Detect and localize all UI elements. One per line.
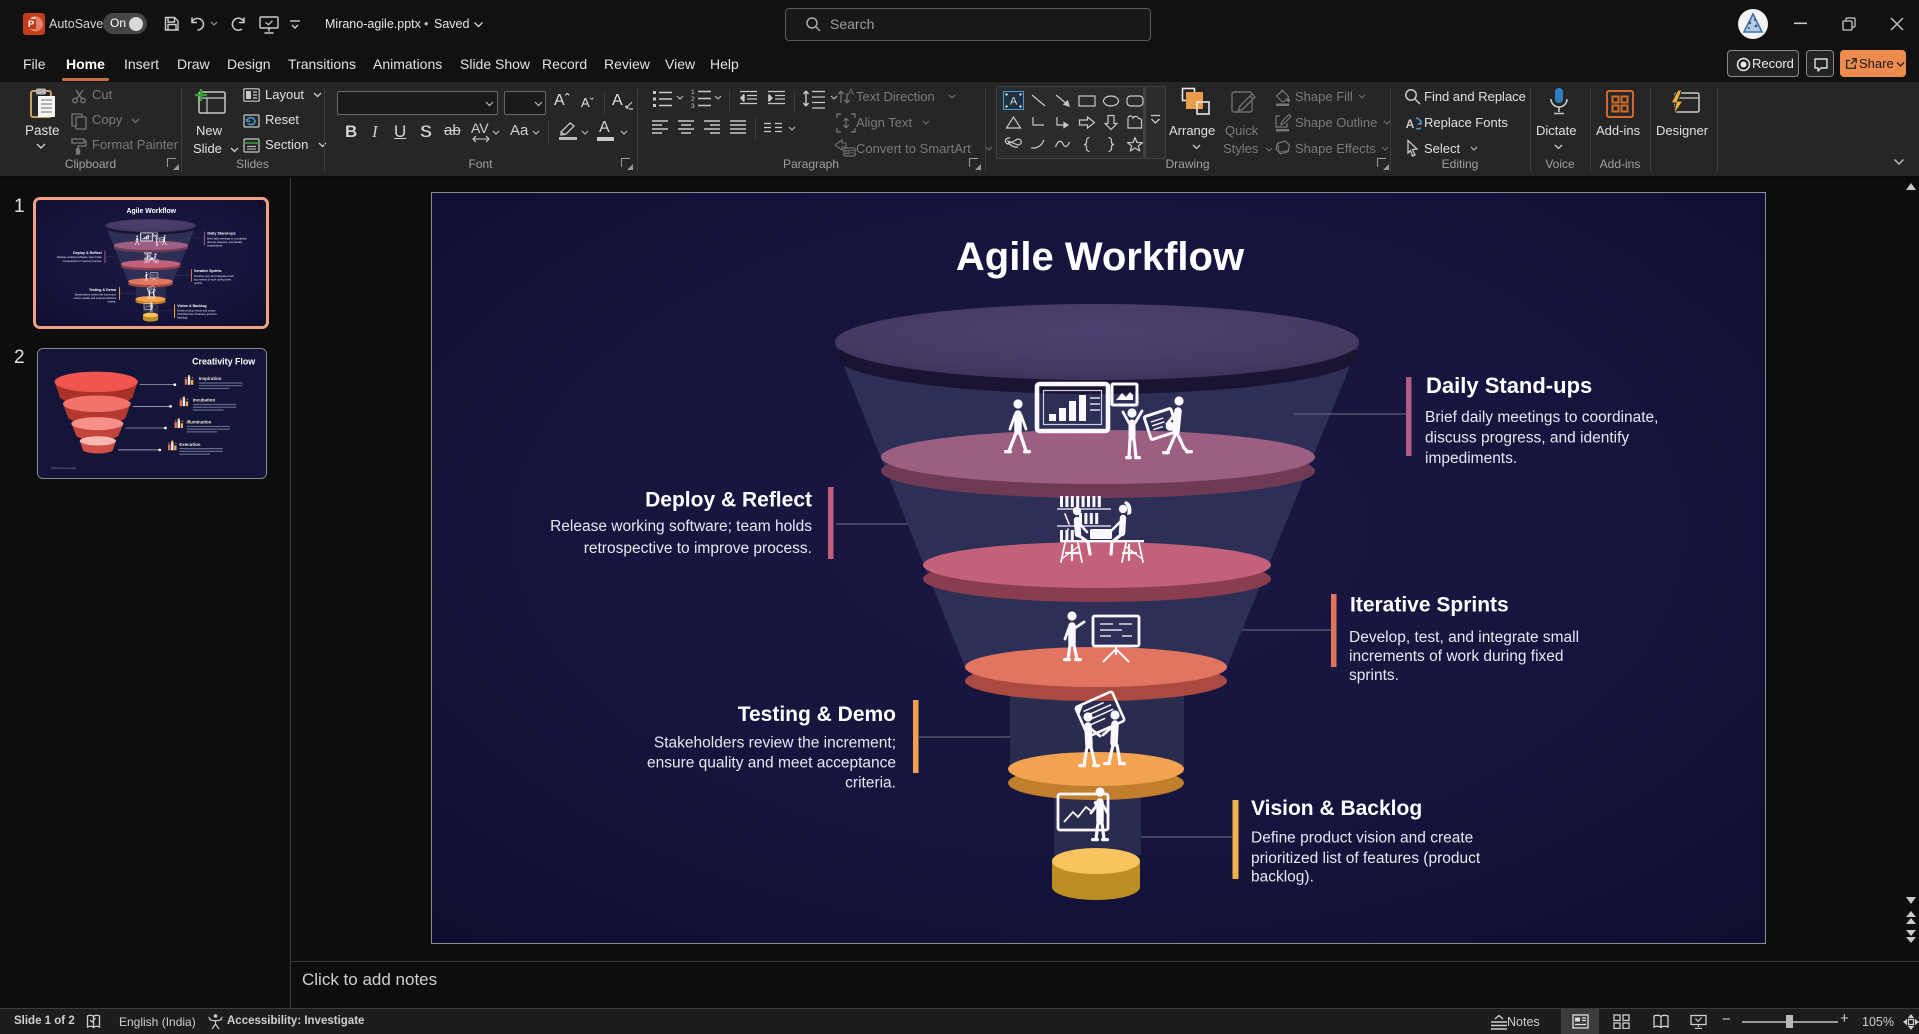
svg-text:Daily Stand-ups: Daily Stand-ups bbox=[1426, 373, 1592, 398]
svg-text:1: 1 bbox=[691, 89, 695, 96]
svg-text:Brief daily meetings to coordi: Brief daily meetings to coordinate, bbox=[1425, 409, 1658, 426]
svg-text:impediments.: impediments. bbox=[1425, 450, 1517, 467]
svg-text:Release working software; team: Release working software; team holds bbox=[550, 518, 812, 535]
svg-text:ensure quality and meet accept: ensure quality and meet acceptance bbox=[647, 755, 896, 772]
svg-text:Deploy & Reflect: Deploy & Reflect bbox=[73, 251, 102, 255]
svg-text:Vision & Backlog: Vision & Backlog bbox=[177, 304, 206, 308]
svg-text:Stakeholders review the increm: Stakeholders review the increment; bbox=[654, 735, 896, 752]
svg-text:Define product vision and crea: Define product vision and create bbox=[1251, 830, 1473, 847]
svg-text:A: A bbox=[1010, 96, 1018, 108]
svg-text:increments of work during fixe: increments of work during fixed bbox=[1349, 648, 1564, 665]
svg-text:P: P bbox=[28, 19, 35, 30]
svg-text:Testing & Demo: Testing & Demo bbox=[89, 288, 117, 292]
svg-text:A: A bbox=[1406, 117, 1415, 131]
svg-text:2: 2 bbox=[691, 96, 695, 103]
svg-text:Incubation: Incubation bbox=[193, 398, 216, 403]
svg-text:Vision & Backlog: Vision & Backlog bbox=[1251, 797, 1422, 820]
svg-text:Testing & Demo: Testing & Demo bbox=[738, 703, 896, 726]
svg-text:Iterative Sprints: Iterative Sprints bbox=[1350, 594, 1509, 617]
svg-text:prioritized list of features (: prioritized list of features (product bbox=[1251, 850, 1481, 867]
svg-text:Deploy & Reflect: Deploy & Reflect bbox=[645, 489, 812, 512]
svg-text:A: A bbox=[848, 87, 854, 97]
svg-text:3: 3 bbox=[691, 103, 695, 109]
svg-text:Execution: Execution bbox=[179, 442, 200, 447]
svg-text:retrospective to improve proce: retrospective to improve process. bbox=[584, 540, 812, 557]
svg-text:Inspiration: Inspiration bbox=[199, 376, 222, 381]
svg-text:Iterative Sprints: Iterative Sprints bbox=[194, 269, 221, 273]
svg-text:Agile Workflow: Agile Workflow bbox=[956, 235, 1245, 279]
svg-text:Daily Stand-ups: Daily Stand-ups bbox=[207, 231, 235, 235]
svg-text:Agile Workflow: Agile Workflow bbox=[126, 208, 176, 215]
svg-text:criteria.: criteria. bbox=[845, 775, 896, 792]
svg-text:Develop, test, and integrate s: Develop, test, and integrate small bbox=[1349, 629, 1579, 646]
svg-text:discuss progress, and identify: discuss progress, and identify bbox=[1425, 430, 1629, 447]
svg-text:backlog).: backlog). bbox=[1251, 869, 1314, 886]
svg-text:sprints.: sprints. bbox=[1349, 667, 1399, 684]
svg-text:Illumination: Illumination bbox=[186, 420, 211, 425]
svg-text:Creativity Flow: Creativity Flow bbox=[192, 356, 255, 366]
